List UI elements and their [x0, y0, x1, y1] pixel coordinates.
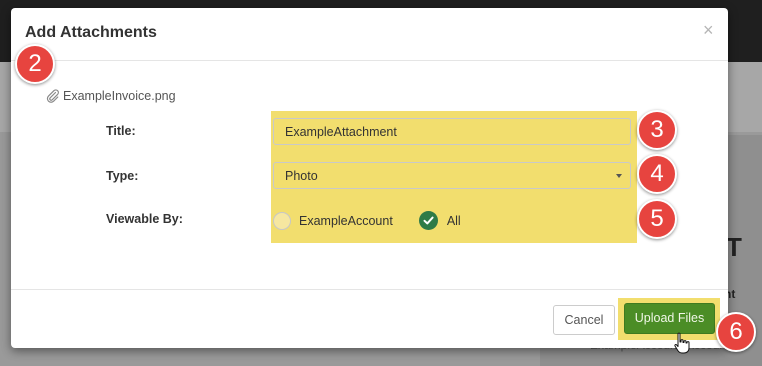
viewable-by-options: ExampleAccount All	[273, 211, 461, 230]
viewable-by-label: Viewable By:	[106, 212, 183, 226]
step-callout-5: 5	[637, 199, 677, 239]
title-field[interactable]: ExampleAttachment	[273, 118, 631, 145]
dialog-title: Add Attachments	[25, 24, 157, 41]
hand-pointer-icon	[674, 332, 690, 354]
add-attachments-dialog: Add Attachments × ExampleInvoice.png Tit…	[11, 8, 728, 348]
step-callout-4: 4	[637, 154, 677, 194]
radio-all-label: All	[446, 213, 461, 228]
check-icon	[423, 216, 434, 225]
upload-files-button[interactable]: Upload Files	[624, 303, 715, 334]
radio-all[interactable]	[418, 211, 438, 230]
attached-file: ExampleInvoice.png	[46, 89, 176, 103]
close-icon[interactable]: ×	[703, 20, 714, 41]
paperclip-icon	[46, 89, 60, 103]
type-select[interactable]: Photo	[273, 162, 631, 189]
background-heading: T	[726, 232, 742, 262]
radio-example-account-label: ExampleAccount	[299, 213, 393, 228]
title-label: Title:	[106, 124, 136, 138]
step-callout-3: 3	[637, 110, 677, 150]
type-select-value: Photo	[285, 169, 318, 183]
dialog-header: Add Attachments ×	[11, 8, 728, 61]
cancel-button[interactable]: Cancel	[553, 305, 615, 335]
caret-down-icon	[616, 174, 622, 178]
radio-example-account[interactable]	[273, 211, 291, 230]
step-callout-6: 6	[716, 312, 756, 352]
step-callout-2: 2	[15, 44, 55, 84]
type-label: Type:	[106, 169, 139, 183]
attached-file-name: ExampleInvoice.png	[63, 89, 176, 103]
